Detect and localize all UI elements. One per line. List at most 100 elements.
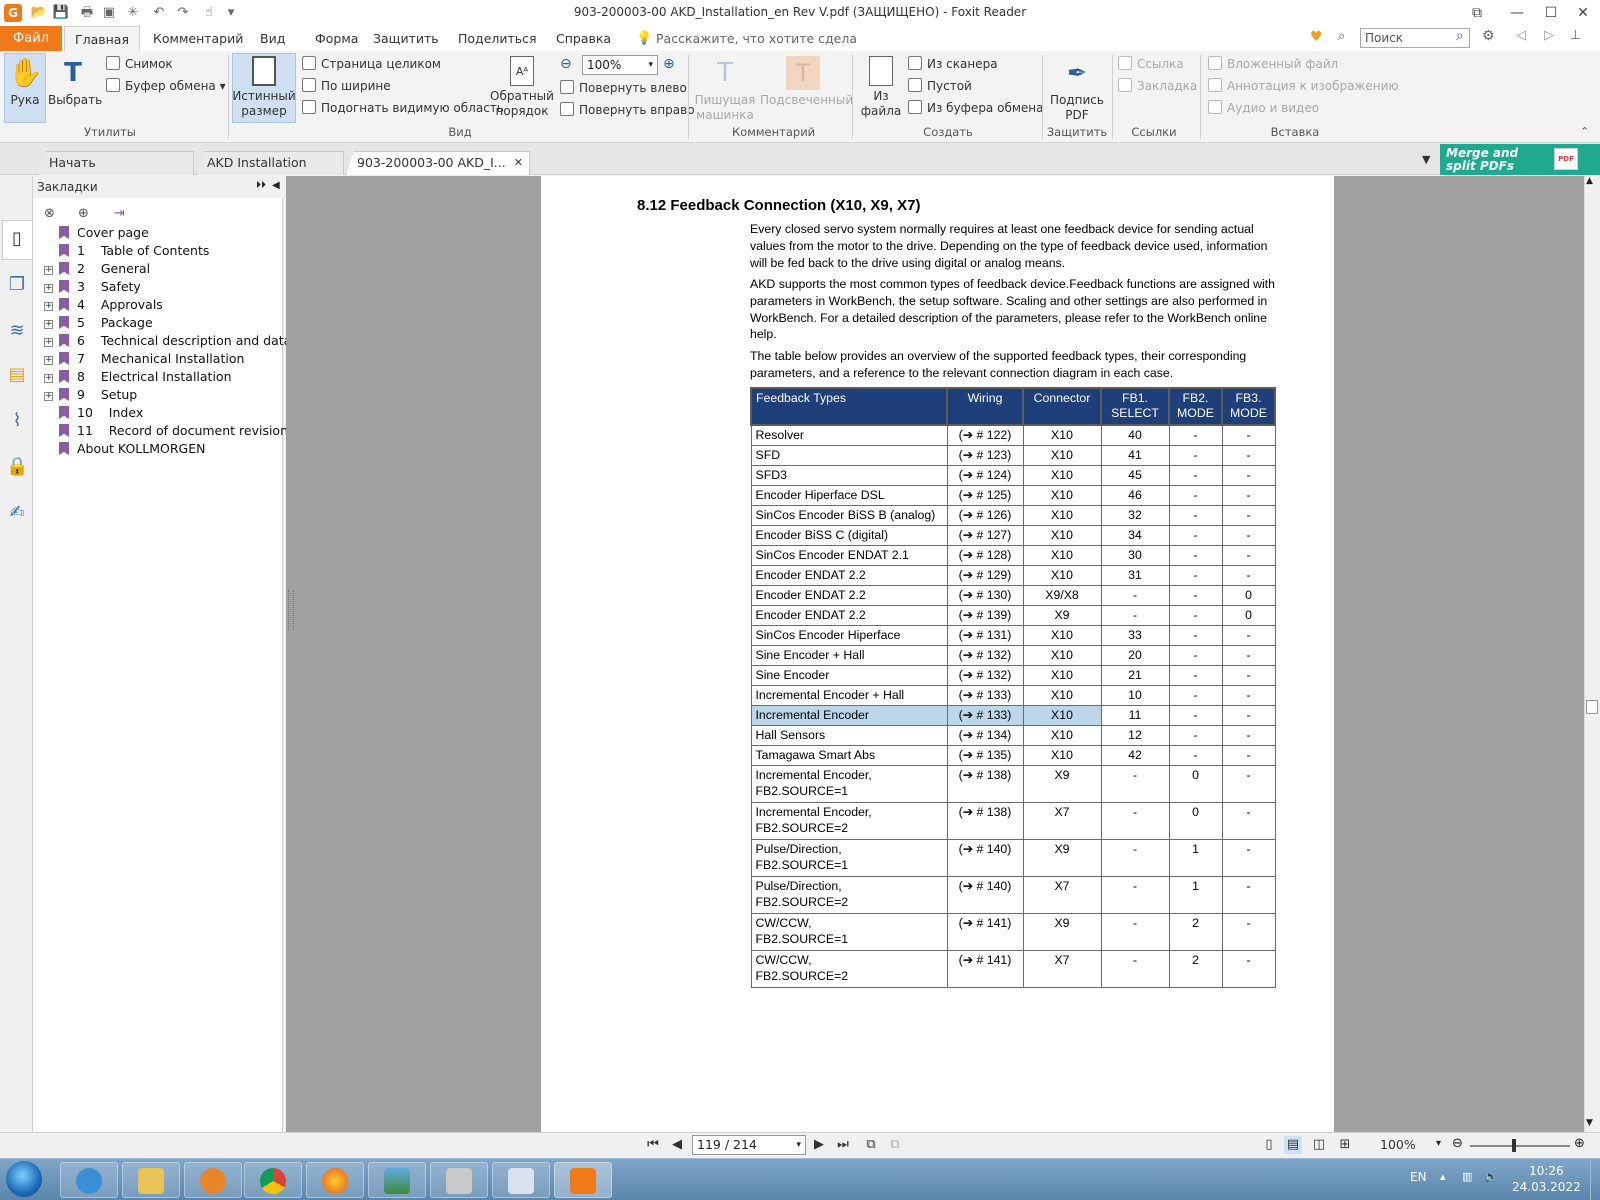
scrollbar-thumb[interactable] xyxy=(1586,700,1598,714)
taskbar-photo-viewer[interactable] xyxy=(368,1162,426,1198)
expand-icon[interactable]: + xyxy=(44,338,53,347)
close-button[interactable]: ✕ xyxy=(1566,2,1600,24)
zoom-level[interactable]: 100% xyxy=(1380,1137,1416,1152)
hand-button[interactable]: ✋ Рука xyxy=(4,56,46,108)
fit-page-button[interactable]: Страница целиком xyxy=(302,54,441,74)
zoom-in-icon[interactable]: ⊕ xyxy=(1574,1136,1585,1151)
tab-form[interactable]: Форма xyxy=(305,26,368,51)
restore-layout-icon[interactable]: ⧉ xyxy=(1460,2,1494,24)
comments-panel-icon[interactable]: ▤ xyxy=(6,364,28,386)
zoom-slider[interactable] xyxy=(1470,1145,1570,1147)
single-page-icon[interactable]: ▯ xyxy=(1260,1136,1278,1154)
bookmark-item[interactable]: +4 Approvals xyxy=(44,296,163,314)
continuous-facing-icon[interactable]: ⊞ xyxy=(1336,1136,1354,1154)
expand-icon[interactable]: + xyxy=(44,392,53,401)
attachments-panel-icon[interactable]: ⌇ xyxy=(6,410,28,432)
taskbar-chrome[interactable] xyxy=(244,1162,302,1198)
bookmark-button[interactable]: Закладка xyxy=(1118,76,1197,96)
tab-share[interactable]: Поделиться xyxy=(448,26,547,51)
bookmarks-panel-icon[interactable]: ▯ xyxy=(6,228,28,250)
bookmark-item[interactable]: Cover page xyxy=(44,224,149,242)
maximize-button[interactable]: ☐ xyxy=(1534,2,1568,24)
tab-current-document[interactable]: 903-200003-00 AKD_I... ✕ xyxy=(346,151,530,175)
splitter-handle[interactable] xyxy=(288,590,294,630)
search-input[interactable]: Поиск xyxy=(1360,28,1470,48)
zoom-out-icon[interactable]: ⊖ xyxy=(1452,1136,1463,1151)
tab-help[interactable]: Справка xyxy=(546,26,621,51)
bookmark-item[interactable]: +8 Electrical Installation xyxy=(44,368,232,386)
settings-icon[interactable]: ⚙ xyxy=(1482,28,1495,44)
fit-visible-button[interactable]: Подогнать видимую область xyxy=(302,98,504,118)
tab-akd-guide[interactable]: AKD Installation Guide... xyxy=(196,151,344,175)
expand-icon[interactable]: + xyxy=(44,356,53,365)
embedded-file-button[interactable]: Вложенный файл xyxy=(1208,54,1338,74)
actual-size-button[interactable]: Истинный размер xyxy=(232,56,296,119)
from-scanner-button[interactable]: Из сканера xyxy=(908,54,998,74)
language-indicator[interactable]: EN xyxy=(1410,1170,1427,1184)
highlight-button[interactable]: T Подсвеченный xyxy=(760,56,853,108)
file-menu[interactable]: Файл xyxy=(0,26,62,51)
select-button[interactable]: T Выбрать xyxy=(48,56,102,108)
facing-page-icon[interactable]: ◫ xyxy=(1310,1136,1328,1154)
sign-pdf-button[interactable]: ✒ Подпись PDF xyxy=(1046,56,1108,123)
taskbar-media-player[interactable] xyxy=(184,1162,242,1198)
bookmark-item[interactable]: 11 Record of document revisions xyxy=(44,422,295,440)
expand-icon[interactable]: + xyxy=(44,302,53,311)
rotate-left-button[interactable]: Повернуть влево xyxy=(560,78,687,98)
continuous-page-icon[interactable]: ▤ xyxy=(1284,1136,1302,1154)
signatures-panel-icon[interactable]: ✍ xyxy=(6,502,28,524)
bookmark-item[interactable]: +5 Package xyxy=(44,314,153,332)
zoom-select[interactable]: 100% ▾ xyxy=(582,55,658,75)
start-button[interactable] xyxy=(6,1161,42,1197)
zoom-slider-thumb[interactable] xyxy=(1512,1139,1516,1152)
scroll-up-icon[interactable]: ▲ xyxy=(1586,176,1593,186)
bookmark-item[interactable]: 1 Table of Contents xyxy=(44,242,209,260)
tray-show-hidden-icon[interactable]: ▴ xyxy=(1440,1170,1446,1183)
tell-me-input[interactable]: Расскажите, что хотите сдела xyxy=(656,26,857,51)
bookmark-item[interactable]: +3 Safety xyxy=(44,278,141,296)
image-annotation-button[interactable]: Аннотация к изображению xyxy=(1208,76,1398,96)
bookmark-item[interactable]: +9 Setup xyxy=(44,386,137,404)
rotate-right-button[interactable]: Повернуть вправо xyxy=(560,100,695,120)
next-page-icon[interactable]: ▶ xyxy=(810,1136,828,1154)
from-file-button[interactable]: Из файла xyxy=(856,56,906,119)
zoom-in-icon[interactable]: ⊕ xyxy=(663,56,675,72)
tabs-dropdown-icon[interactable]: ▼ xyxy=(1422,153,1430,166)
tab-home[interactable]: Главная xyxy=(64,26,140,51)
tab-start[interactable]: Начать xyxy=(38,151,194,175)
security-panel-icon[interactable]: 🔒 xyxy=(6,456,28,478)
next-view-icon[interactable]: ⧉ xyxy=(886,1136,904,1154)
vertical-scrollbar[interactable] xyxy=(1584,176,1600,1132)
layers-panel-icon[interactable]: ≋ xyxy=(6,320,28,342)
audio-video-button[interactable]: Аудио и видео xyxy=(1208,98,1319,118)
search-options-icon[interactable]: ⌕ xyxy=(1338,29,1345,44)
bookmark-item[interactable]: About KOLLMORGEN xyxy=(44,440,205,458)
taskbar-explorer[interactable] xyxy=(122,1162,180,1198)
pin-icon[interactable]: ⊥ xyxy=(1570,28,1581,43)
pages-panel-icon[interactable]: ❐ xyxy=(6,274,28,296)
network-icon[interactable]: ▥ xyxy=(1462,1170,1472,1183)
volume-icon[interactable]: 🔈 xyxy=(1484,1170,1498,1183)
zoom-dropdown-icon[interactable]: ▾ xyxy=(1436,1138,1441,1149)
forward-icon[interactable]: ▷ xyxy=(1544,28,1554,43)
expand-icon[interactable]: + xyxy=(44,374,53,383)
tray-clock[interactable]: 10:26 24.03.2022 xyxy=(1512,1163,1581,1195)
show-desktop-button[interactable] xyxy=(1590,1159,1600,1200)
bookmark-item[interactable]: +6 Technical description and data xyxy=(44,332,291,350)
expand-icon[interactable]: + xyxy=(44,320,53,329)
collapse-panel-icon[interactable]: ◀ xyxy=(272,180,280,191)
expand-icon[interactable]: + xyxy=(44,284,53,293)
add-bookmark-icon[interactable]: ⊕ xyxy=(78,206,89,221)
bookmark-item[interactable]: 10 Index xyxy=(44,404,143,422)
tab-comment[interactable]: Комментарий xyxy=(143,26,253,51)
expand-panel-icon[interactable]: ⏵⏵ xyxy=(256,180,266,191)
clipboard-button[interactable]: Буфер обмена ▾ xyxy=(106,76,226,96)
first-page-icon[interactable]: ⏮ xyxy=(644,1136,662,1154)
previous-page-icon[interactable]: ◀ xyxy=(668,1136,686,1154)
collapse-ribbon-icon[interactable]: ⌃ xyxy=(1580,125,1589,138)
minimize-button[interactable]: — xyxy=(1500,2,1534,24)
close-tab-icon[interactable]: ✕ xyxy=(514,152,523,174)
page-number-input[interactable]: 119 / 214 ▾ xyxy=(692,1135,806,1155)
typewriter-button[interactable]: T Пишущая машинка xyxy=(692,56,758,123)
scroll-down-icon[interactable]: ▼ xyxy=(1586,1118,1593,1128)
